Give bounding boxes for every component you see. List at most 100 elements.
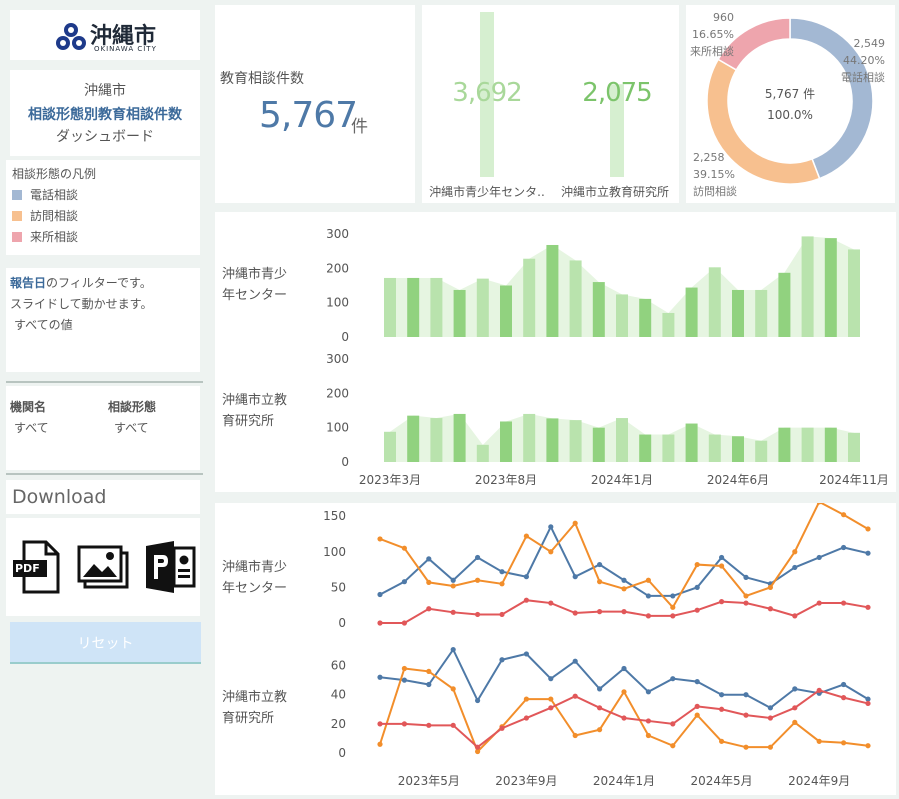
month-bar (848, 249, 860, 337)
data-point (743, 692, 749, 698)
data-point (426, 668, 432, 674)
date-filter-panel[interactable]: 報告日のフィルターです。 スライドして動かせます。 すべての値 (6, 268, 200, 372)
data-point (865, 550, 871, 556)
data-point (816, 687, 822, 693)
reset-label: リセット (77, 636, 134, 652)
data-point (548, 705, 554, 711)
month-bar (848, 432, 860, 462)
month-bar (708, 434, 721, 462)
month-bar (476, 278, 489, 337)
y-tick-label: 40 (331, 688, 346, 702)
data-point (475, 611, 481, 618)
y-tick-label: 200 (326, 386, 349, 400)
org-category-label: 沖縄市青少年センタ.. (429, 184, 545, 199)
data-point (523, 651, 529, 657)
data-point (426, 579, 432, 585)
data-point (645, 689, 651, 695)
data-point (865, 700, 871, 707)
kpi-value: 5,767 (259, 95, 358, 136)
data-point (670, 613, 676, 619)
data-point (377, 620, 383, 626)
data-point (841, 600, 847, 606)
data-point (548, 524, 554, 530)
data-point (816, 600, 822, 606)
month-bar (824, 238, 837, 337)
divider (6, 381, 203, 383)
legend-item-visit[interactable]: 訪問相談 (12, 206, 194, 227)
month-bar (500, 421, 512, 462)
month-bar (500, 285, 512, 337)
data-point (450, 583, 456, 589)
month-bar (778, 427, 791, 462)
x-tick-label: 2023年9月 (495, 774, 557, 788)
legend-swatch (12, 232, 22, 242)
data-point (645, 577, 651, 583)
kpi-unit: 件 (351, 117, 368, 137)
data-point (792, 686, 798, 692)
donut-center-pct: 100.0% (767, 108, 813, 122)
y-tick-label: 0 (341, 330, 349, 344)
download-icons-panel: PDF (6, 518, 200, 616)
data-point (743, 712, 749, 718)
data-point (401, 620, 407, 626)
donut-pct-label: 16.65% (692, 28, 734, 41)
x-tick-label: 2024年1月 (593, 774, 655, 788)
legend-item-walkin[interactable]: 来所相談 (12, 227, 194, 248)
powerpoint-download-icon[interactable] (144, 540, 196, 594)
panel-label: 育研究所 (222, 413, 274, 429)
image-download-icon[interactable] (76, 544, 130, 590)
month-bar (569, 260, 582, 337)
data-point (548, 696, 554, 702)
legend-item-phone[interactable]: 電話相談 (12, 185, 194, 206)
data-point (670, 676, 676, 682)
month-bar (453, 413, 466, 462)
data-point (719, 554, 725, 561)
data-point (401, 545, 407, 551)
pdf-download-button[interactable]: PDF (12, 540, 62, 594)
y-tick-label: 100 (326, 296, 349, 310)
data-point (572, 693, 578, 699)
x-tick-label: 2024年5月 (691, 774, 753, 788)
month-bar (662, 434, 675, 462)
data-point (377, 741, 383, 747)
type-filter-value[interactable]: すべて (114, 419, 149, 436)
month-bar (430, 418, 443, 462)
data-point (645, 732, 651, 739)
month-bar (384, 277, 396, 337)
data-point (426, 606, 432, 612)
donut-panel: 5,767 件 100.0% 2,549 44.20% 電話相談 2,258 39.15% 訪… (686, 5, 895, 203)
panel-label: 沖縄市立教 (222, 689, 287, 705)
filter-description: 報告日のフィルターです。 (10, 274, 152, 291)
donut-pct-label: 44.20% (843, 54, 885, 67)
series-line (379, 500, 869, 610)
month-bar (523, 258, 536, 337)
data-point (597, 561, 603, 568)
month-bar (708, 267, 721, 337)
month-bar (801, 236, 814, 337)
data-point (377, 721, 383, 727)
type-donut-chart: 5,767 件 100.0% 2,549 44.20% 電話相談 2,258 39.15% 訪… (690, 11, 885, 198)
data-point (475, 577, 481, 583)
data-point (719, 738, 725, 744)
y-tick-label: 100 (323, 545, 346, 559)
data-point (523, 574, 529, 580)
data-point (792, 549, 798, 555)
data-point (816, 554, 822, 561)
data-point (548, 549, 554, 555)
panel-label: 年センター (222, 581, 287, 596)
data-point (597, 609, 603, 615)
data-point (792, 613, 798, 619)
reset-button[interactable]: リセット (10, 622, 201, 664)
type-filter-label: 相談形態 (108, 400, 157, 414)
y-tick-label: 20 (331, 717, 346, 731)
month-bar (384, 431, 396, 462)
org-filter-value[interactable]: すべて (14, 419, 49, 436)
panel-label: 沖縄市青少 (222, 559, 287, 575)
legend-title: 相談形態の凡例 (12, 167, 97, 181)
data-point (572, 520, 578, 526)
data-point (426, 722, 432, 728)
data-point (792, 564, 798, 571)
data-point (401, 721, 407, 727)
data-point (426, 556, 432, 562)
date-filter-value[interactable]: すべての値 (14, 316, 73, 333)
